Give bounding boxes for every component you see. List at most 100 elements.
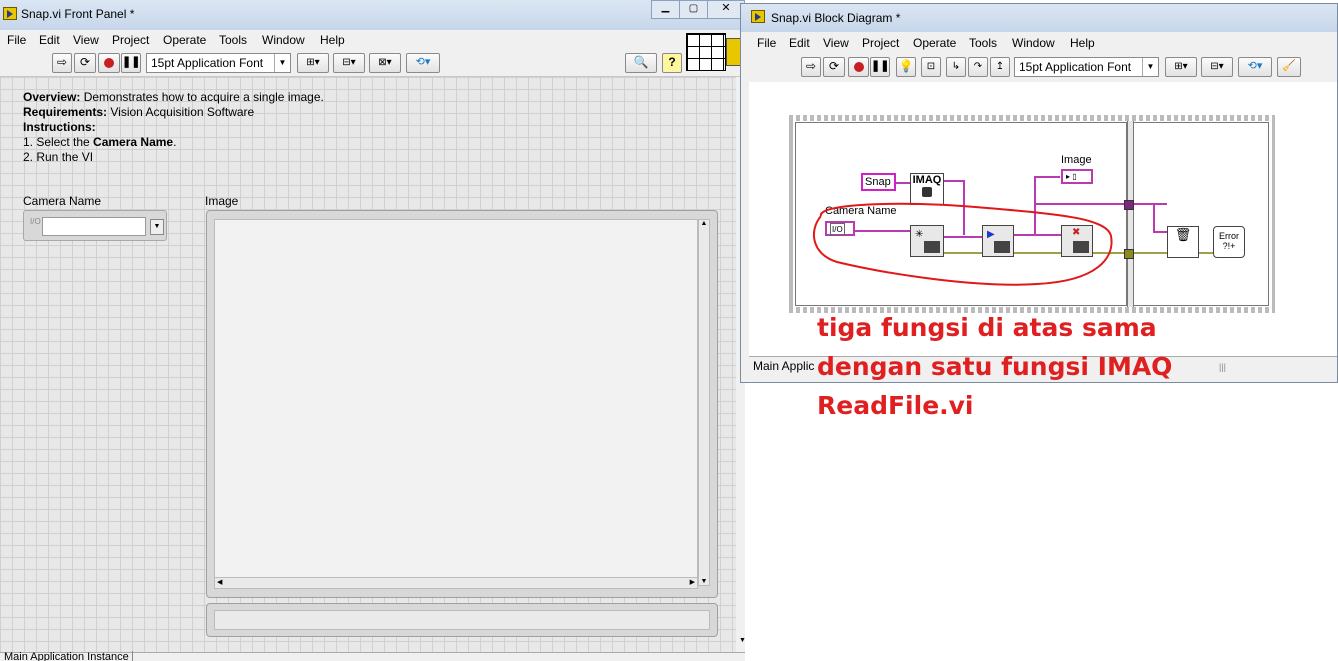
front-panel-titlebar[interactable]: Snap.vi Front Panel * ▁ ▢ ✕ — [0, 0, 745, 30]
bd-menu-view[interactable]: View — [823, 36, 849, 50]
imaq-label: IMAQ — [912, 174, 942, 186]
block-diagram-status-text: Main Applic — [753, 359, 815, 373]
annotation-line-3: ReadFile.vi — [817, 391, 974, 420]
menu-view[interactable]: View — [73, 33, 99, 47]
front-panel-status-text: Main Application Instance — [4, 651, 133, 661]
camera-name-label: Camera Name — [23, 194, 102, 208]
labview-app-icon — [3, 7, 17, 20]
imaq-wire-h1 — [944, 180, 964, 182]
red-circle-annotation — [813, 202, 1113, 286]
connector-pane-icon[interactable] — [686, 33, 726, 71]
imaq-dispose-node[interactable]: 🗑 — [1167, 226, 1199, 258]
align-objects-icon[interactable]: ⊞▾ — [297, 53, 329, 73]
bd-menu-help[interactable]: Help — [1070, 36, 1095, 50]
step1-bold: Camera Name — [93, 135, 174, 149]
sequence-tunnel-image — [1124, 200, 1134, 210]
bd-abort-icon[interactable] — [848, 57, 869, 77]
step-into-icon[interactable]: ↳ — [946, 57, 966, 77]
overview-text: Demonstrates how to acquire a single ima… — [80, 90, 324, 104]
resize-objects-icon[interactable]: ⊠▾ — [369, 53, 401, 73]
image-display-area[interactable] — [214, 219, 698, 586]
annotation-line-1: tiga fungsi di atas sama — [817, 313, 1157, 342]
step-over-icon[interactable]: ↷ — [968, 57, 988, 77]
bd-font-selector[interactable]: 15pt Application Font ▼ — [1014, 57, 1159, 77]
reorder-icon[interactable]: ⟲▾ — [406, 53, 440, 73]
font-selector[interactable]: 15pt Application Font ▼ — [146, 53, 291, 73]
menu-operate[interactable]: Operate — [163, 33, 206, 47]
bd-align-objects-icon[interactable]: ⊞▾ — [1165, 57, 1197, 77]
highlight-execution-icon[interactable]: 💡 — [896, 57, 916, 77]
bd-menu-tools[interactable]: Tools — [969, 36, 997, 50]
menu-window[interactable]: Window — [262, 33, 305, 47]
instruction-step-2: 2. Run the VI — [23, 150, 94, 164]
bd-menu-edit[interactable]: Edit — [789, 36, 810, 50]
bd-menu-window[interactable]: Window — [1012, 36, 1055, 50]
menu-help[interactable]: Help — [320, 33, 345, 47]
fp-scroll-thumb[interactable]: ▼ — [739, 637, 745, 647]
image-vertical-scrollbar[interactable]: ▲ ▼ — [698, 219, 710, 586]
bd-distribute-objects-icon[interactable]: ⊟▾ — [1201, 57, 1233, 77]
snap-wire — [896, 182, 910, 184]
camera-name-input[interactable] — [42, 217, 146, 236]
pause-icon[interactable]: ❚❚ — [121, 53, 141, 73]
bd-pause-icon[interactable]: ❚❚ — [870, 57, 890, 77]
bd-reorder-icon[interactable]: ⟲▾ — [1238, 57, 1272, 77]
camera-name-control[interactable]: I/O ▼ — [23, 210, 167, 241]
menu-edit[interactable]: Edit — [39, 33, 60, 47]
scroll-left-arrow-icon[interactable]: ◀ — [217, 578, 222, 586]
image-display[interactable]: ▲ ▼ ◀ ▶ — [206, 210, 718, 598]
run-continuously-icon[interactable]: ⟳ — [74, 53, 96, 73]
bd-menu-file[interactable]: File — [757, 36, 776, 50]
io-icon: I/O — [30, 217, 41, 226]
retain-wire-values-icon[interactable]: ⊡ — [921, 57, 941, 77]
front-panel-title: Snap.vi Front Panel * — [21, 7, 135, 21]
bd-run-continuously-icon[interactable]: ⟳ — [823, 57, 845, 77]
requirements-text: Vision Acquisition Software — [107, 105, 255, 119]
sequence-tunnel-error — [1124, 249, 1134, 259]
trash-icon: 🗑 — [1174, 227, 1192, 242]
block-diagram-title: Snap.vi Block Diagram * — [771, 11, 901, 25]
overview-line: Overview: Demonstrates how to acquire a … — [23, 90, 324, 104]
bd-menu-project[interactable]: Project — [862, 36, 899, 50]
bd-horizontal-scrollbar-grip-icon[interactable]: ||| — [1219, 362, 1226, 372]
requirements-line: Requirements: Vision Acquisition Softwar… — [23, 105, 254, 119]
menu-file[interactable]: File — [7, 33, 26, 47]
run-arrow-icon[interactable]: ⇨ — [52, 53, 72, 73]
clean-up-diagram-icon[interactable]: 🧹 — [1277, 57, 1301, 77]
bd-font-selector-text: 15pt Application Font — [1019, 60, 1132, 74]
annotation-line-2: dengan satu fungsi IMAQ — [817, 352, 1173, 381]
instructions-label: Instructions: — [23, 120, 96, 134]
minimize-button[interactable]: ▁ — [651, 0, 680, 19]
error-wire-4 — [1199, 252, 1213, 254]
search-icon[interactable]: 🔍 — [625, 53, 657, 73]
camera-dropdown-button[interactable]: ▼ — [150, 219, 164, 235]
step-out-icon[interactable]: ↥ — [990, 57, 1010, 77]
bd-run-arrow-icon[interactable]: ⇨ — [801, 57, 821, 77]
simple-error-handler-node[interactable]: Error ?!+ — [1213, 226, 1245, 258]
scroll-up-arrow-icon[interactable]: ▲ — [699, 220, 709, 227]
labview-app-icon — [751, 10, 765, 23]
image-label: Image — [205, 194, 239, 208]
distribute-objects-icon[interactable]: ⊟▾ — [333, 53, 365, 73]
scroll-down-arrow-icon[interactable]: ▼ — [699, 578, 709, 585]
menu-project[interactable]: Project — [112, 33, 149, 47]
chevron-down-icon: ▼ — [1142, 58, 1158, 76]
step1-suffix: . — [173, 135, 177, 149]
block-diagram-titlebar[interactable]: Snap.vi Block Diagram * — [741, 4, 1337, 32]
image-info-bar — [206, 603, 718, 637]
image-info-field — [214, 610, 710, 630]
maximize-button[interactable]: ▢ — [679, 0, 708, 19]
snap-constant[interactable]: Snap — [861, 173, 896, 191]
overview-label: Overview: — [23, 90, 81, 104]
chevron-down-icon: ▼ — [274, 54, 290, 72]
bd-menu-operate[interactable]: Operate — [913, 36, 956, 50]
image-horizontal-scrollbar[interactable]: ◀ ▶ — [214, 577, 698, 589]
abort-icon[interactable] — [98, 53, 120, 73]
image-indicator-terminal[interactable]: ▸ ▯ — [1061, 169, 1093, 184]
image-wire-out-v — [1153, 203, 1155, 231]
front-panel-statusbar: Main Application Instance — [0, 651, 745, 661]
scroll-right-arrow-icon[interactable]: ▶ — [690, 578, 695, 586]
menu-tools[interactable]: Tools — [219, 33, 247, 47]
requirements-label: Requirements: — [23, 105, 108, 119]
context-help-icon[interactable]: ? — [662, 53, 682, 73]
